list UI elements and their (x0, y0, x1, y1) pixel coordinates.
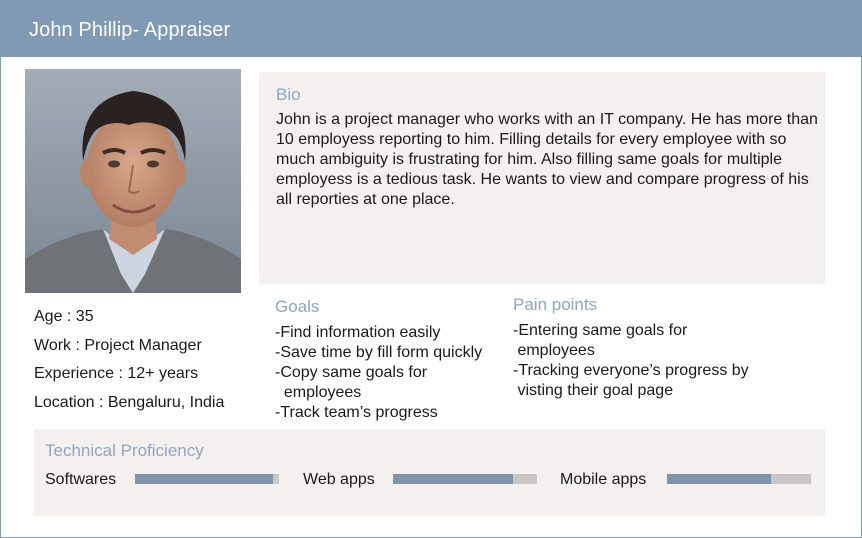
skill-bar (393, 474, 537, 484)
goals-section: Goals -Find information easily -Save tim… (275, 297, 505, 423)
list-item: -Tracking everyone’s progress by (513, 362, 749, 379)
list-item: -Save time by fill form quickly (275, 344, 483, 361)
list-item: -Find information easily (275, 324, 441, 341)
profile-photo (25, 69, 241, 293)
age-text: Age : 35 (34, 308, 94, 325)
list-item: visting their goal page (513, 382, 674, 399)
profile-info: Age : 35 Work : Project Manager Experien… (34, 303, 224, 417)
skill-bar-fill (135, 474, 274, 484)
skill-label: Web apps (303, 471, 375, 488)
list-item: employees (275, 384, 362, 401)
bio-title: Bio (276, 85, 301, 104)
skill-web-apps: Web apps (303, 469, 543, 491)
experience-text: Experience : 12+ years (34, 365, 199, 382)
pain-points-list: -Entering same goals for employees -Trac… (513, 321, 813, 401)
skill-bar (135, 474, 279, 484)
list-item: -Entering same goals for (513, 322, 688, 339)
technical-proficiency-panel: Technical Proficiency Softwares Web apps… (34, 429, 825, 516)
technical-proficiency-title: Technical Proficiency (45, 441, 204, 460)
pain-points-section: Pain points -Entering same goals for emp… (513, 295, 813, 401)
bio-panel: Bio John is a project manager who works … (259, 72, 825, 284)
list-item: -Track team’s progress (275, 404, 438, 421)
bio-text: John is a project manager who works with… (276, 111, 818, 208)
pain-points-title: Pain points (513, 295, 598, 314)
skill-bar (667, 474, 811, 484)
skill-softwares: Softwares (45, 469, 285, 491)
list-item: -Copy same goals for (275, 364, 428, 381)
skill-mobile-apps: Mobile apps (560, 469, 820, 491)
persona-card: John Phillip- Appraiser Age: 35 Work: … (0, 0, 862, 538)
location-text: Location : Bengaluru, India (34, 393, 225, 411)
skill-bar-fill (667, 474, 771, 484)
list-item: employees (513, 342, 595, 359)
goals-title: Goals (275, 297, 320, 316)
skill-label: Softwares (45, 471, 117, 488)
persona-title: John Phillip- Appraiser (29, 19, 231, 41)
work-text: Work : Project Manager (34, 336, 202, 354)
header-bar: John Phillip- Appraiser (1, 1, 861, 57)
skill-bar-fill (393, 474, 513, 484)
goals-list: -Find information easily -Save time by f… (275, 323, 505, 423)
skill-label: Mobile apps (560, 471, 647, 488)
